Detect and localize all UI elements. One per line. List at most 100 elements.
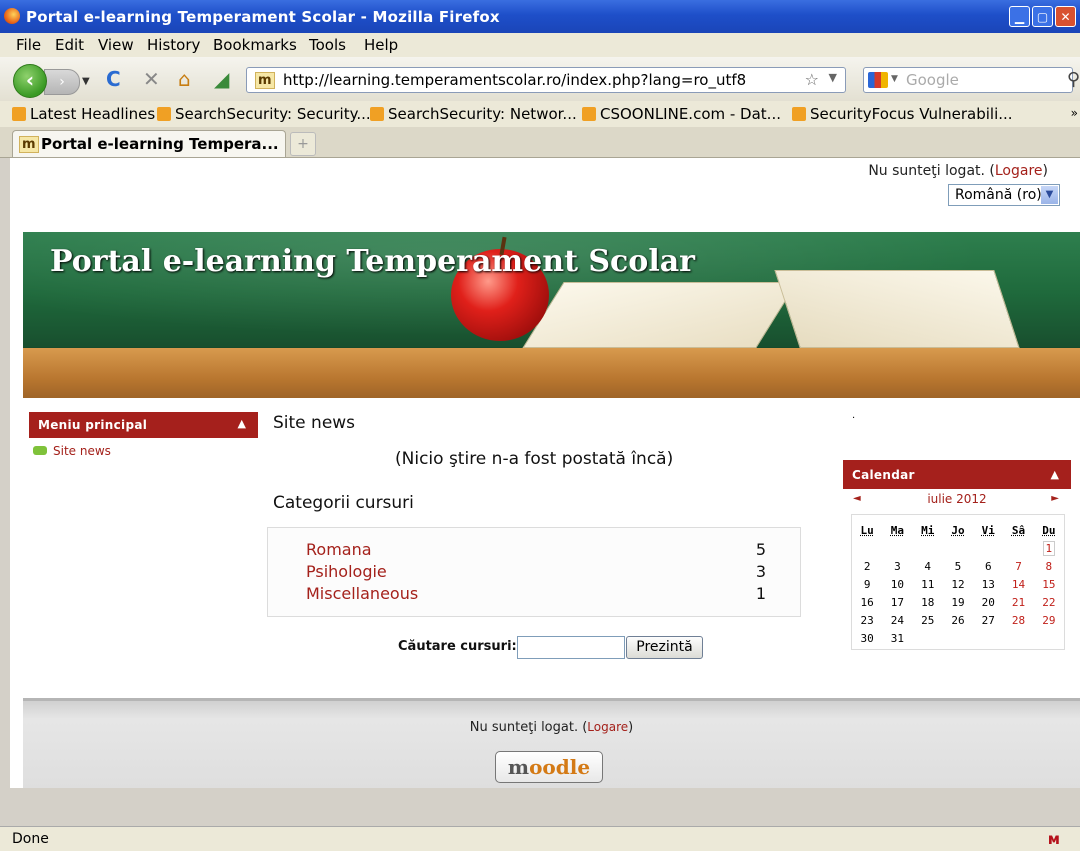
- calendar-day: [882, 539, 912, 557]
- google-icon[interactable]: [868, 72, 888, 88]
- calendar-day: [1003, 629, 1033, 647]
- calendar-day: 17: [890, 595, 905, 609]
- bookmark-item[interactable]: CSOONLINE.com - Dat...: [582, 105, 781, 123]
- right-column-marker: ·: [852, 413, 856, 424]
- back-button[interactable]: ‹: [13, 64, 47, 98]
- menu-file[interactable]: File: [16, 36, 41, 54]
- browser-tab[interactable]: m Portal e-learning Tempera...: [12, 130, 286, 157]
- window-title: Portal e-learning Temperament Scolar - M…: [26, 8, 500, 26]
- bookmark-item[interactable]: SearchSecurity: Security...: [157, 105, 371, 123]
- calendar-day: 31: [890, 631, 905, 645]
- bookmark-item[interactable]: SecurityFocus Vulnerabili...: [792, 105, 1013, 123]
- calendar-day: 8: [1045, 559, 1053, 573]
- select-dropdown-icon[interactable]: ▼: [1041, 186, 1058, 204]
- new-tab-button[interactable]: +: [290, 132, 316, 156]
- menu-edit[interactable]: Edit: [55, 36, 84, 54]
- calendar-day: [852, 539, 882, 557]
- bookmark-star-icon[interactable]: ☆: [805, 70, 819, 89]
- history-dropdown-icon[interactable]: ▼: [82, 70, 90, 94]
- navigation-toolbar: › ‹ ▼ C ✕ ⌂ ◢ m http://learning.temperam…: [0, 57, 1080, 101]
- stop-icon[interactable]: ✕: [143, 67, 160, 91]
- menu-tools[interactable]: Tools: [309, 36, 346, 54]
- calendar-day: [973, 629, 1003, 647]
- bookmark-item[interactable]: SearchSecurity: Networ...: [370, 105, 577, 123]
- calendar-day: 23: [860, 613, 874, 627]
- maximize-button[interactable]: ▢: [1032, 6, 1053, 27]
- language-select[interactable]: Română (ro) ▼: [948, 184, 1060, 206]
- bookmark-item[interactable]: Latest Headlines: [12, 105, 155, 123]
- calendar-day: [1003, 539, 1033, 557]
- calendar-day: 10: [890, 577, 905, 591]
- calendar-day: 4: [924, 559, 932, 573]
- search-engine-dropdown-icon[interactable]: ▼: [891, 74, 898, 84]
- reload-icon[interactable]: C: [106, 67, 121, 91]
- window-controls: ▁ ▢ ✕: [1007, 6, 1076, 27]
- calendar-day: [943, 539, 973, 557]
- bookmarks-overflow-icon[interactable]: »: [1071, 106, 1078, 120]
- calendar-day: 13: [981, 577, 995, 591]
- calendar-day: 7: [1015, 559, 1022, 573]
- url-text: http://learning.temperamentscolar.ro/ind…: [283, 71, 747, 89]
- calendar-day: 20: [981, 595, 995, 609]
- calendar-day: [943, 629, 973, 647]
- category-link-romana[interactable]: Romana: [306, 540, 372, 559]
- course-search-input[interactable]: [517, 636, 625, 659]
- categories-title: Categorii cursuri: [273, 493, 414, 513]
- calendar-day: 14: [1011, 577, 1026, 591]
- minimize-button[interactable]: ▁: [1009, 6, 1030, 27]
- calendar-block: Calendar ▲ iulie 2012 ◄ ► Lu Ma Mi Jo Vi Sâ Du…: [843, 460, 1071, 650]
- address-bar[interactable]: m http://learning.temperamentscolar.ro/i…: [246, 67, 846, 93]
- news-icon: [33, 446, 47, 455]
- home-icon[interactable]: ⌂: [178, 67, 191, 91]
- moodle-logo[interactable]: moodle: [495, 751, 603, 783]
- site-favicon-icon: m: [255, 72, 275, 89]
- rss-icon: [582, 107, 596, 121]
- rss-icon: [792, 107, 806, 121]
- search-magnifier-icon[interactable]: ⚲: [1067, 69, 1080, 90]
- calendar-day: 19: [951, 595, 965, 609]
- calendar-nav: iulie 2012 ◄ ►: [843, 489, 1071, 511]
- menu-help[interactable]: Help: [364, 36, 398, 54]
- site-news-empty-message: (Nicio ştire n-a fost postată încă): [395, 449, 674, 469]
- menu-history[interactable]: History: [147, 36, 200, 54]
- tab-favicon-icon: m: [19, 136, 39, 153]
- collapse-icon[interactable]: ▲: [238, 417, 246, 430]
- header-login-link[interactable]: Logare: [995, 163, 1043, 179]
- calendar-month-link[interactable]: iulie 2012: [843, 492, 1071, 506]
- rss-icon: [370, 107, 384, 121]
- course-search-button[interactable]: Prezintă: [626, 636, 703, 659]
- calendar-day: 3: [894, 559, 901, 573]
- calendar-prev-icon[interactable]: ◄: [853, 493, 861, 504]
- calendar-day: 29: [1042, 613, 1056, 627]
- course-search-label: Căutare cursuri:: [398, 639, 517, 654]
- collapse-icon[interactable]: ▲: [1051, 468, 1059, 481]
- search-bar[interactable]: ▼ Google ⚲: [863, 67, 1080, 93]
- calendar-day: 21: [1011, 595, 1026, 609]
- main-menu-item-site-news[interactable]: Site news: [29, 438, 258, 458]
- calendar-weekday: Sâ: [1011, 523, 1026, 537]
- calendar-day: 18: [921, 595, 935, 609]
- category-count: 1: [755, 584, 766, 603]
- url-dropdown-icon[interactable]: ▼: [829, 71, 837, 84]
- calendar-day: 15: [1042, 577, 1056, 591]
- addon-status-icon[interactable]: ᴍ: [1048, 830, 1060, 848]
- category-count: 3: [755, 562, 766, 581]
- addon-icon[interactable]: ◢: [214, 67, 229, 91]
- window-titlebar: Portal e-learning Temperament Scolar - M…: [0, 0, 1080, 33]
- menu-bookmarks[interactable]: Bookmarks: [213, 36, 297, 54]
- category-link-miscellaneous[interactable]: Miscellaneous: [306, 584, 418, 603]
- calendar-weekday: Lu: [860, 523, 874, 537]
- calendar-next-icon[interactable]: ►: [1051, 493, 1059, 504]
- forward-button[interactable]: ›: [44, 69, 80, 95]
- close-button[interactable]: ✕: [1055, 6, 1076, 27]
- category-link-psihologie[interactable]: Psihologie: [306, 562, 387, 581]
- menu-view[interactable]: View: [98, 36, 134, 54]
- calendar-day: 12: [951, 577, 965, 591]
- calendar-header[interactable]: Calendar ▲: [843, 460, 1071, 489]
- footer-login-link[interactable]: Logare: [587, 720, 628, 734]
- main-menu-header[interactable]: Meniu principal ▲: [29, 412, 258, 438]
- category-row: Psihologie 3: [306, 562, 766, 584]
- calendar-day: 28: [1011, 613, 1026, 627]
- calendar-day: 25: [921, 613, 935, 627]
- category-row: Romana 5: [306, 540, 766, 562]
